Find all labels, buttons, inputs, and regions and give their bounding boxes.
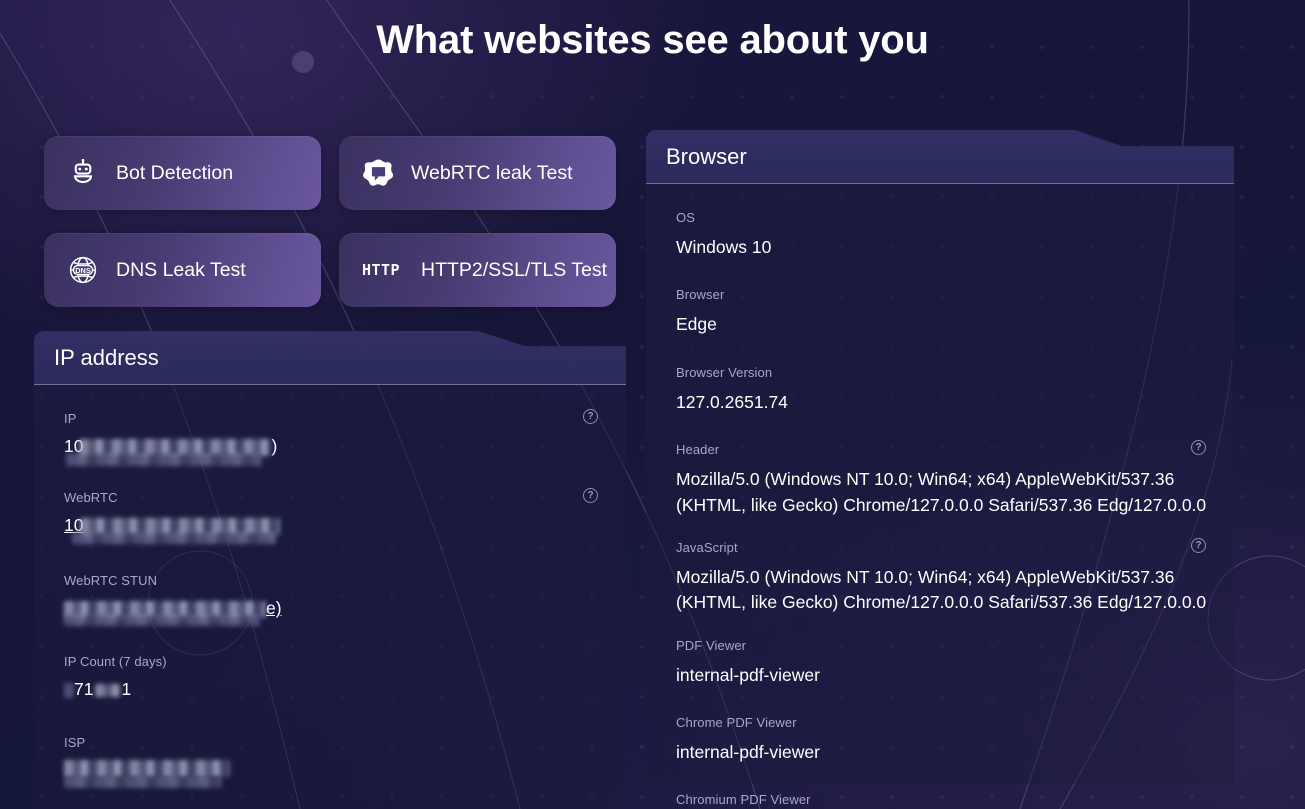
field-browser: Browser Edge xyxy=(676,287,1208,337)
dns-leak-test-label: DNS Leak Test xyxy=(116,258,246,281)
dns-globe-icon: DNS xyxy=(66,253,100,287)
field-label: Header xyxy=(676,442,720,458)
field-value: Mozilla/5.0 (Windows NT 10.0; Win64; x64… xyxy=(676,566,1207,613)
redacted-value-second-line xyxy=(72,532,276,544)
field-value: Edge xyxy=(676,314,717,335)
webrtc-leak-test-button[interactable]: WebRTC leak Test xyxy=(339,136,616,210)
redacted-value-second-line xyxy=(66,453,262,466)
ip-address-panel-header: IP address xyxy=(34,331,626,385)
field-chromium-pdf-viewer: Chromium PDF Viewer xyxy=(676,792,1208,807)
field-value: 10 xyxy=(64,515,600,544)
field-label: Browser xyxy=(676,287,725,303)
field-value-tail[interactable]: e) xyxy=(266,598,282,618)
field-browser-version: Browser Version 127.0.2651.74 xyxy=(676,365,1208,415)
field-ip-count: IP Count (7 days) 71 1 xyxy=(64,654,600,703)
field-value-tail: 1 xyxy=(121,679,132,699)
robot-icon xyxy=(66,156,100,190)
field-label: WebRTC STUN xyxy=(64,573,158,588)
ip-address-panel-body: IP ? 10) WebRTC ? 10 WebRTC STUN e) IP C… xyxy=(34,385,626,809)
ip-address-panel-title: IP address xyxy=(54,344,159,370)
svg-text:DNS: DNS xyxy=(75,266,91,275)
field-javascript: JavaScript ? Mozilla/5.0 (Windows NT 10.… xyxy=(676,537,1208,616)
page-root: What websites see about you Bot Detectio… xyxy=(0,0,1305,809)
webrtc-leak-test-label: WebRTC leak Test xyxy=(411,161,573,184)
field-label: Chrome PDF Viewer xyxy=(676,715,797,730)
browser-panel: Browser OS Windows 10 Browser Edge Brows… xyxy=(646,130,1234,809)
field-label: PDF Viewer xyxy=(676,637,747,653)
field-isp: ISP xyxy=(64,735,600,788)
browser-panel-title: Browser xyxy=(666,143,747,169)
help-icon[interactable]: ? xyxy=(1191,537,1206,553)
help-icon[interactable]: ? xyxy=(583,488,598,503)
field-label: Chromium PDF Viewer xyxy=(676,792,811,808)
ip-address-panel: IP address IP ? 10) WebRTC ? 10 WebRTC S… xyxy=(34,331,626,809)
http2-ssl-tls-test-label: HTTP2/SSL/TLS Test xyxy=(421,258,608,281)
field-label: IP Count (7 days) xyxy=(64,654,167,669)
field-chrome-pdf-viewer: Chrome PDF Viewer internal-pdf-viewer xyxy=(676,715,1208,765)
bot-detection-button[interactable]: Bot Detection xyxy=(44,136,321,210)
field-label: JavaScript xyxy=(676,539,738,555)
field-value: 71 1 xyxy=(64,679,600,703)
http-icon: HTTP xyxy=(361,261,401,279)
field-value: internal-pdf-viewer xyxy=(676,664,820,685)
http2-ssl-tls-test-button[interactable]: HTTP HTTP2/SSL/TLS Test xyxy=(339,233,616,307)
bot-detection-label: Bot Detection xyxy=(116,161,234,184)
field-value: internal-pdf-viewer xyxy=(676,742,820,762)
field-header: Header ? Mozilla/5.0 (Windows NT 10.0; W… xyxy=(676,440,1208,518)
field-webrtc-stun: WebRTC STUN e) xyxy=(64,573,600,626)
field-webrtc: WebRTC ? 10 xyxy=(64,488,600,544)
field-value: Mozilla/5.0 (Windows NT 10.0; Win64; x64… xyxy=(676,469,1207,515)
redacted-value-second-line xyxy=(64,614,260,626)
field-value: 127.0.2651.74 xyxy=(676,391,788,412)
redacted-value xyxy=(64,760,230,778)
field-label: OS xyxy=(676,210,695,225)
dns-leak-test-button[interactable]: DNS DNS Leak Test xyxy=(44,233,321,307)
field-value: Windows 10 xyxy=(676,237,772,257)
test-button-grid: Bot Detection WebRTC leak Test DNS DNS L… xyxy=(44,136,616,307)
field-label: IP xyxy=(64,411,77,426)
page-title: What websites see about you xyxy=(376,18,929,62)
field-value-tail: ) xyxy=(271,436,278,456)
help-icon[interactable]: ? xyxy=(583,409,598,424)
field-os: OS Windows 10 xyxy=(676,210,1208,260)
field-label: WebRTC xyxy=(64,490,118,505)
redacted-value xyxy=(95,684,122,698)
field-label: ISP xyxy=(64,735,86,750)
redacted-value-prefix xyxy=(64,683,74,699)
field-value-visible: 71 xyxy=(74,679,94,699)
browser-panel-body: OS Windows 10 Browser Edge Browser Versi… xyxy=(646,184,1234,807)
field-value xyxy=(64,760,600,788)
field-ip: IP ? 10) xyxy=(64,409,600,466)
field-pdf-viewer: PDF Viewer internal-pdf-viewer xyxy=(676,638,1208,688)
webrtc-icon xyxy=(361,156,395,190)
redacted-value-second-line xyxy=(64,776,222,788)
field-label: Browser Version xyxy=(676,364,773,380)
browser-panel-header: Browser xyxy=(646,130,1234,184)
field-value: e) xyxy=(64,598,600,626)
field-value: 10) xyxy=(64,436,600,466)
